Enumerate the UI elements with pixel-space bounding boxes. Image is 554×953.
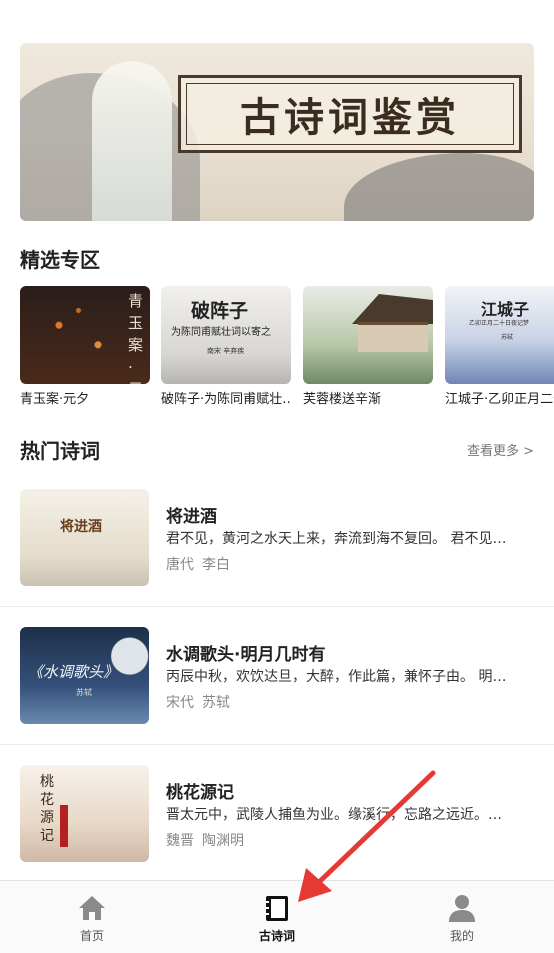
poem-author: 苏轼 bbox=[202, 695, 230, 711]
banner-figure bbox=[92, 61, 172, 221]
featured-card[interactable]: 江城子 乙卯正月二十日夜记梦 苏轼 江城子·乙卯正月二十 bbox=[445, 286, 554, 406]
featured-label: 江城子·乙卯正月二十 bbox=[445, 392, 554, 406]
poem-title: 将进酒 bbox=[166, 507, 217, 527]
poem-meta: 唐代 李白 bbox=[166, 554, 230, 574]
poem-title: 水调歌头·明月几时有 bbox=[166, 645, 326, 665]
thumbnail-subtitle: 乙卯正月二十日夜记梦 bbox=[469, 320, 530, 327]
featured-thumbnail bbox=[303, 286, 433, 384]
banner-title-frame: 古诗词鉴赏 bbox=[178, 75, 522, 153]
book-icon bbox=[266, 896, 288, 921]
thumbnail-text: 青玉案·元 bbox=[128, 292, 144, 384]
tab-home[interactable]: 首页 bbox=[0, 881, 184, 953]
thumbnail-subtitle: 为陈同甫赋壮词以寄之 bbox=[171, 327, 271, 338]
featured-card[interactable]: 破阵子 为陈同甫赋壮词以寄之 南宋 辛弃疾 破阵子·为陈同甫赋壮… bbox=[161, 286, 291, 406]
featured-label: 青玉案·元夕 bbox=[20, 392, 90, 406]
tab-label: 首页 bbox=[79, 929, 104, 943]
poem-title: 桃花源记 bbox=[166, 783, 234, 803]
pavilion-hall bbox=[358, 322, 428, 352]
tab-label: 古诗词 bbox=[258, 929, 295, 943]
poem-excerpt: 丙辰中秋，欢饮达旦，大醉，作此篇，兼怀子由。 明… bbox=[166, 669, 507, 685]
featured-heading: 精选专区 bbox=[20, 248, 100, 272]
bottom-tab-bar: 首页 古诗词 我的 bbox=[0, 880, 554, 953]
poem-dynasty: 唐代 bbox=[166, 557, 194, 573]
thumbnail-title: 江城子 bbox=[481, 300, 530, 319]
thumbnail-author: 南宋 辛弃疾 bbox=[207, 347, 245, 355]
poem-excerpt: 君不见，黄河之水天上来，奔流到海不复回。 君不见… bbox=[166, 531, 507, 547]
featured-thumbnail: 青玉案·元 bbox=[20, 286, 150, 384]
featured-label: 破阵子·为陈同甫赋壮… bbox=[161, 392, 291, 406]
banner-mountain-right bbox=[344, 153, 534, 221]
seal-icon bbox=[60, 805, 68, 847]
featured-card[interactable]: 青玉案·元 青玉案·元夕 bbox=[20, 286, 150, 406]
thumbnail-text: 《水调歌头》 bbox=[28, 663, 119, 681]
list-item[interactable]: 将进酒 将进酒 君不见，黄河之水天上来，奔流到海不复回。 君不见… 唐代 李白 bbox=[0, 469, 554, 607]
poem-thumbnail: 将进酒 bbox=[20, 489, 149, 586]
poem-meta: 魏晋 陶渊明 bbox=[166, 830, 244, 850]
pavilion-roof bbox=[352, 294, 433, 324]
poem-dynasty: 宋代 bbox=[166, 695, 194, 711]
thumbnail-text: 桃花源记 bbox=[40, 774, 54, 844]
home-icon bbox=[79, 896, 105, 920]
thumbnail-text: 将进酒 bbox=[60, 519, 102, 535]
tab-poems[interactable]: 古诗词 bbox=[185, 881, 369, 953]
poem-author: 陶渊明 bbox=[202, 833, 244, 849]
tab-profile[interactable]: 我的 bbox=[370, 881, 554, 953]
featured-thumbnail: 江城子 乙卯正月二十日夜记梦 苏轼 bbox=[445, 286, 554, 384]
tab-label: 我的 bbox=[449, 929, 474, 943]
featured-carousel[interactable]: 青玉案·元 青玉案·元夕 破阵子 为陈同甫赋壮词以寄之 南宋 辛弃疾 破阵子·为… bbox=[20, 286, 554, 406]
hot-heading: 热门诗词 bbox=[20, 439, 100, 463]
list-item[interactable]: 《水调歌头》 苏轼 水调歌头·明月几时有 丙辰中秋，欢饮达旦，大醉，作此篇，兼怀… bbox=[0, 607, 554, 745]
user-icon bbox=[449, 895, 475, 922]
poem-dynasty: 魏晋 bbox=[166, 833, 194, 849]
poem-excerpt: 晋太元中，武陵人捕鱼为业。缘溪行，忘路之远近。… bbox=[166, 807, 502, 823]
thumbnail-author: 苏轼 bbox=[501, 334, 514, 341]
list-item[interactable]: 桃花源记 桃花源记 晋太元中，武陵人捕鱼为业。缘溪行，忘路之远近。… 魏晋 陶渊明 bbox=[0, 745, 554, 883]
view-more-link[interactable]: 查看更多 > bbox=[467, 440, 534, 459]
poem-thumbnail: 桃花源记 bbox=[20, 765, 149, 862]
poem-meta: 宋代 苏轼 bbox=[166, 692, 230, 712]
featured-thumbnail: 破阵子 为陈同甫赋壮词以寄之 南宋 辛弃疾 bbox=[161, 286, 291, 384]
thumbnail-title: 破阵子 bbox=[191, 300, 249, 322]
thumbnail-author: 苏轼 bbox=[76, 688, 92, 697]
poem-thumbnail: 《水调歌头》 苏轼 bbox=[20, 627, 149, 724]
banner[interactable]: 古诗词鉴赏 bbox=[20, 43, 534, 221]
poem-author: 李白 bbox=[202, 557, 230, 573]
poem-list: 将进酒 将进酒 君不见，黄河之水天上来，奔流到海不复回。 君不见… 唐代 李白 《… bbox=[0, 469, 554, 883]
banner-title: 古诗词鉴赏 bbox=[240, 94, 460, 141]
featured-label: 芙蓉楼送辛渐 bbox=[303, 392, 382, 406]
featured-card[interactable]: 芙蓉楼送辛渐 bbox=[303, 286, 433, 406]
